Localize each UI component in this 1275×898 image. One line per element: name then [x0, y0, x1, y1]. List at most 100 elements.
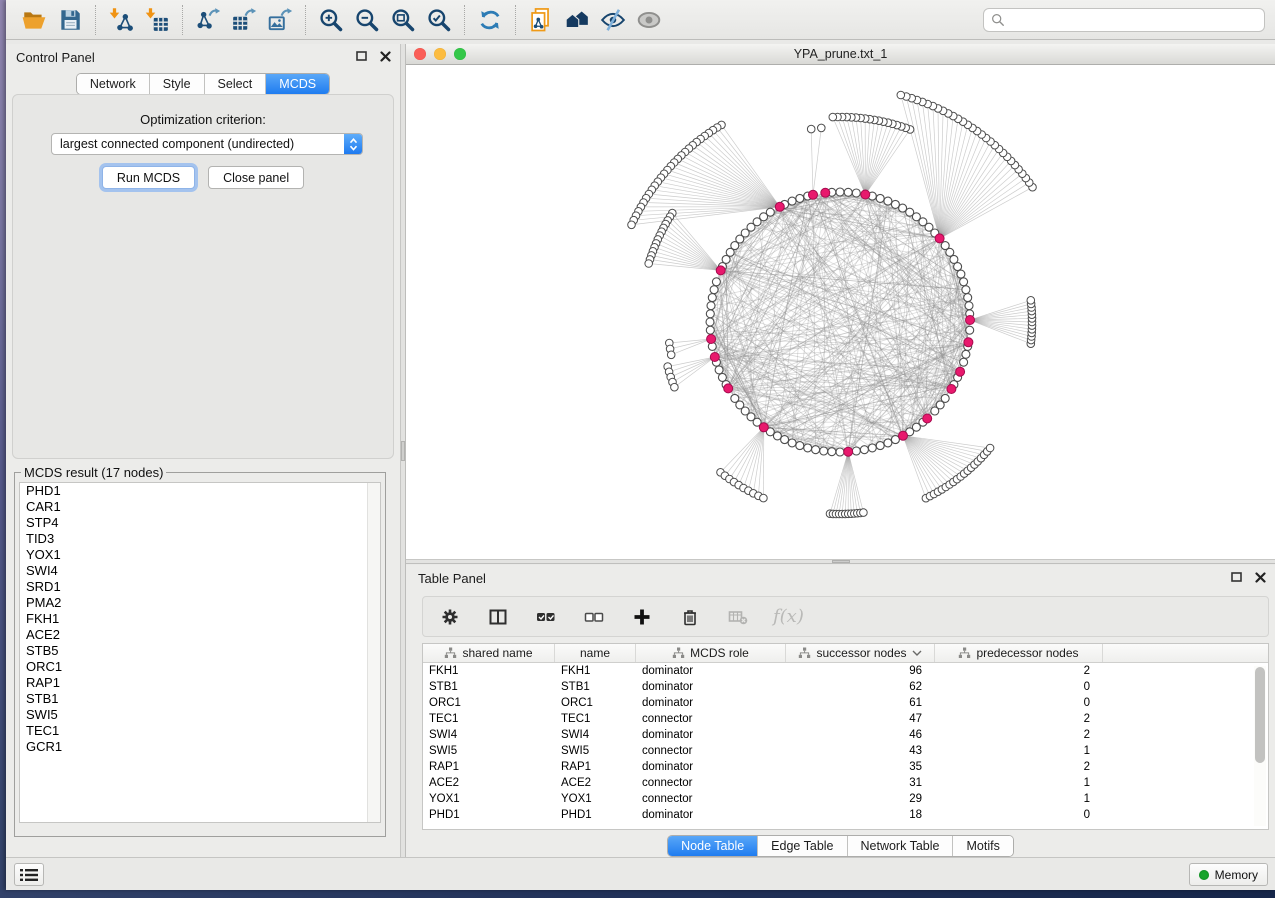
- table-cell[interactable]: dominator: [636, 679, 786, 695]
- network-graph[interactable]: [406, 65, 1275, 559]
- column-header-successor-nodes[interactable]: successor nodes: [786, 644, 935, 662]
- table-cell[interactable]: 47: [786, 711, 935, 727]
- zoom-selected-button[interactable]: [421, 3, 457, 37]
- float-panel-icon[interactable]: [354, 49, 368, 63]
- cytopanel-list-button[interactable]: [14, 863, 44, 886]
- search-input[interactable]: [1010, 13, 1257, 27]
- mcds-result-item[interactable]: STB1: [20, 691, 380, 707]
- table-cell[interactable]: PHD1: [423, 807, 555, 823]
- table-scrollbar-thumb[interactable]: [1255, 667, 1265, 763]
- column-header-shared-name[interactable]: shared name: [423, 644, 555, 662]
- tab-select[interactable]: Select: [205, 74, 267, 94]
- table-cell[interactable]: RAP1: [423, 759, 555, 775]
- tab-edge-table[interactable]: Edge Table: [758, 836, 847, 856]
- table-cell[interactable]: 0: [935, 807, 1103, 823]
- table-cell[interactable]: 1: [935, 775, 1103, 791]
- float-table-panel-icon[interactable]: [1229, 570, 1243, 584]
- tab-mcds[interactable]: MCDS: [266, 74, 329, 94]
- table-cell[interactable]: dominator: [636, 663, 786, 679]
- zoom-in-button[interactable]: [313, 3, 349, 37]
- network-window-titlebar[interactable]: YPA_prune.txt_1: [406, 44, 1275, 65]
- mcds-result-item[interactable]: ACE2: [20, 627, 380, 643]
- table-cell[interactable]: SWI5: [555, 743, 636, 759]
- table-row[interactable]: RAP1RAP1dominator352: [423, 759, 1268, 775]
- table-cell[interactable]: dominator: [636, 807, 786, 823]
- table-cell[interactable]: YOX1: [555, 791, 636, 807]
- mcds-result-item[interactable]: GCR1: [20, 739, 380, 755]
- table-cell[interactable]: YOX1: [423, 791, 555, 807]
- table-cell[interactable]: connector: [636, 775, 786, 791]
- mcds-result-item[interactable]: TID3: [20, 531, 380, 547]
- open-session-button[interactable]: [16, 3, 52, 37]
- zoom-fit-button[interactable]: [385, 3, 421, 37]
- search-box[interactable]: [983, 8, 1265, 32]
- table-cell[interactable]: ACE2: [555, 775, 636, 791]
- save-session-button[interactable]: [52, 3, 88, 37]
- optimization-criterion-select[interactable]: largest connected component (undirected): [51, 133, 363, 155]
- splitter-grip-horizontal[interactable]: [832, 560, 850, 563]
- table-cell[interactable]: ORC1: [555, 695, 636, 711]
- table-cell[interactable]: 96: [786, 663, 935, 679]
- table-cell[interactable]: 18: [786, 807, 935, 823]
- table-row[interactable]: SWI4SWI4dominator462: [423, 727, 1268, 743]
- table-cell[interactable]: 29: [786, 791, 935, 807]
- select-all-button[interactable]: [533, 604, 559, 630]
- close-table-panel-icon[interactable]: [1253, 570, 1267, 584]
- maximize-window-icon[interactable]: [454, 48, 466, 60]
- zoom-out-button[interactable]: [349, 3, 385, 37]
- table-row[interactable]: ACE2ACE2connector311: [423, 775, 1268, 791]
- table-cell[interactable]: STB1: [555, 679, 636, 695]
- mcds-result-item[interactable]: PMA2: [20, 595, 380, 611]
- table-row[interactable]: STB1STB1dominator620: [423, 679, 1268, 695]
- mcds-result-item[interactable]: SRD1: [20, 579, 380, 595]
- hide-selected-button[interactable]: [595, 3, 631, 37]
- table-cell[interactable]: SWI4: [555, 727, 636, 743]
- column-header-MCDS-role[interactable]: MCDS role: [636, 644, 786, 662]
- import-table-button[interactable]: [139, 3, 175, 37]
- tab-motifs[interactable]: Motifs: [953, 836, 1012, 856]
- table-cell[interactable]: 0: [935, 679, 1103, 695]
- table-row[interactable]: YOX1YOX1connector291: [423, 791, 1268, 807]
- mcds-result-list[interactable]: PHD1CAR1STP4TID3YOX1SWI4SRD1PMA2FKH1ACE2…: [19, 482, 381, 823]
- mcds-result-item[interactable]: SWI5: [20, 707, 380, 723]
- mcds-result-item[interactable]: YOX1: [20, 547, 380, 563]
- table-cell[interactable]: TEC1: [555, 711, 636, 727]
- table-cell[interactable]: SWI5: [423, 743, 555, 759]
- table-cell[interactable]: STB1: [423, 679, 555, 695]
- tab-node-table[interactable]: Node Table: [668, 836, 758, 856]
- function-builder-button[interactable]: f(x): [773, 604, 804, 630]
- table-cell[interactable]: FKH1: [423, 663, 555, 679]
- table-options-gear-button[interactable]: [437, 604, 463, 630]
- table-cell[interactable]: TEC1: [423, 711, 555, 727]
- table-cell[interactable]: 2: [935, 727, 1103, 743]
- table-cell[interactable]: PHD1: [555, 807, 636, 823]
- column-header-predecessor-nodes[interactable]: predecessor nodes: [935, 644, 1103, 662]
- tab-network[interactable]: Network: [77, 74, 150, 94]
- table-row[interactable]: PHD1PHD1dominator180: [423, 807, 1268, 823]
- table-cell[interactable]: RAP1: [555, 759, 636, 775]
- table-cell[interactable]: 1: [935, 743, 1103, 759]
- horizontal-splitter[interactable]: [406, 559, 1275, 564]
- table-cell[interactable]: connector: [636, 711, 786, 727]
- run-mcds-button[interactable]: Run MCDS: [102, 166, 195, 189]
- export-image-button[interactable]: [262, 3, 298, 37]
- column-header-name[interactable]: name: [555, 644, 636, 662]
- table-cell[interactable]: SWI4: [423, 727, 555, 743]
- table-cell[interactable]: 62: [786, 679, 935, 695]
- table-cell[interactable]: 31: [786, 775, 935, 791]
- mcds-result-item[interactable]: PHD1: [20, 483, 380, 499]
- table-cell[interactable]: 35: [786, 759, 935, 775]
- minimize-window-icon[interactable]: [434, 48, 446, 60]
- table-cell[interactable]: FKH1: [555, 663, 636, 679]
- mcds-result-item[interactable]: STB5: [20, 643, 380, 659]
- splitter-grip[interactable]: [401, 441, 405, 461]
- table-cell[interactable]: 43: [786, 743, 935, 759]
- delete-table-button[interactable]: [725, 604, 751, 630]
- new-column-button[interactable]: [629, 604, 655, 630]
- close-panel-icon[interactable]: [378, 49, 392, 63]
- table-row[interactable]: FKH1FKH1dominator962: [423, 663, 1268, 679]
- new-network-from-selection-button[interactable]: [523, 3, 559, 37]
- mcds-result-item[interactable]: STP4: [20, 515, 380, 531]
- table-row[interactable]: TEC1TEC1connector472: [423, 711, 1268, 727]
- table-cell[interactable]: 61: [786, 695, 935, 711]
